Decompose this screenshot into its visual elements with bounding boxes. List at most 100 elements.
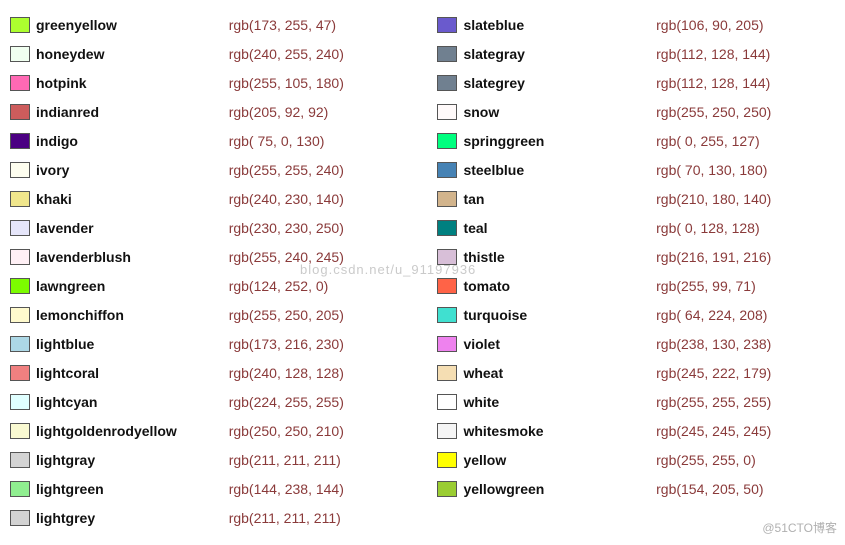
- color-swatch: [10, 162, 30, 178]
- color-name: tomato: [463, 278, 510, 294]
- color-rgb-row: rgb(255, 250, 250): [656, 97, 835, 126]
- color-name: white: [463, 394, 499, 410]
- color-name: lawngreen: [36, 278, 105, 294]
- color-rgb: rgb(224, 255, 255): [229, 394, 344, 410]
- color-swatch: [437, 220, 457, 236]
- color-rgb-row: rgb(230, 230, 250): [229, 213, 428, 242]
- color-rgb: rgb(112, 128, 144): [656, 46, 770, 62]
- color-name: springgreen: [463, 133, 544, 149]
- color-row: turquoise: [437, 300, 646, 329]
- color-row: honeydew: [10, 39, 219, 68]
- color-rgb-row: rgb( 0, 128, 128): [656, 213, 835, 242]
- color-swatch: [10, 452, 30, 468]
- color-swatch: [437, 133, 457, 149]
- color-rgb: rgb(240, 128, 128): [229, 365, 344, 381]
- color-row: tomato: [437, 271, 646, 300]
- color-row: snow: [437, 97, 646, 126]
- color-rgb: rgb(245, 222, 179): [656, 365, 771, 381]
- color-rgb: rgb(112, 128, 144): [656, 75, 770, 91]
- color-name: steelblue: [463, 162, 524, 178]
- color-swatch: [10, 249, 30, 265]
- color-row: yellow: [437, 445, 646, 474]
- color-rgb-row: rgb(240, 255, 240): [229, 39, 428, 68]
- color-rgb-row: rgb(240, 230, 140): [229, 184, 428, 213]
- color-rgb-row: rgb(240, 128, 128): [229, 358, 428, 387]
- color-name: khaki: [36, 191, 72, 207]
- color-rgb-row: rgb(216, 191, 216): [656, 242, 835, 271]
- color-name: slategray: [463, 46, 524, 62]
- color-rgb: rgb(144, 238, 144): [229, 481, 344, 497]
- color-rgb: rgb(205, 92, 92): [229, 104, 329, 120]
- color-swatch: [437, 104, 457, 120]
- color-swatch: [437, 249, 457, 265]
- color-row: tan: [437, 184, 646, 213]
- color-rgb: rgb(154, 205, 50): [656, 481, 763, 497]
- color-swatch: [437, 423, 457, 439]
- color-name: lightgoldenrodyellow: [36, 423, 177, 439]
- color-name: yellow: [463, 452, 506, 468]
- color-swatch: [437, 278, 457, 294]
- color-rgb-row: rgb(245, 222, 179): [656, 358, 835, 387]
- color-swatch: [437, 162, 457, 178]
- color-rgb-row: rgb(144, 238, 144): [229, 474, 428, 503]
- color-row: lightgrey: [10, 503, 219, 532]
- color-row: slateblue: [437, 10, 646, 39]
- color-name: lavenderblush: [36, 249, 131, 265]
- color-row: indianred: [10, 97, 219, 126]
- color-swatch: [10, 307, 30, 323]
- color-rgb: rgb(255, 99, 71): [656, 278, 756, 294]
- color-swatch: [437, 191, 457, 207]
- color-name: snow: [463, 104, 499, 120]
- color-swatch: [437, 481, 457, 497]
- color-row: lavenderblush: [10, 242, 219, 271]
- color-row: thistle: [437, 242, 646, 271]
- color-swatch: [437, 336, 457, 352]
- color-rgb-row: rgb(224, 255, 255): [229, 387, 428, 416]
- right-rgb-column: rgb(106, 90, 205) rgb(112, 128, 144) rgb(1…: [656, 10, 835, 532]
- color-row: white: [437, 387, 646, 416]
- color-swatch: [10, 75, 30, 91]
- color-rgb: rgb(255, 255, 255): [656, 394, 771, 410]
- color-rgb-row: rgb(173, 216, 230): [229, 329, 428, 358]
- color-rgb-row: rgb(205, 92, 92): [229, 97, 428, 126]
- color-rgb: rgb( 70, 130, 180): [656, 162, 767, 178]
- color-swatch: [437, 75, 457, 91]
- color-name: lemonchiffon: [36, 307, 124, 323]
- color-rgb-row: rgb(210, 180, 140): [656, 184, 835, 213]
- color-row: hotpink: [10, 68, 219, 97]
- color-rgb: rgb(173, 255, 47): [229, 17, 336, 33]
- color-rgb-row: rgb(250, 250, 210): [229, 416, 428, 445]
- color-row: slategray: [437, 39, 646, 68]
- color-rgb-row: rgb( 64, 224, 208): [656, 300, 835, 329]
- color-row: slategrey: [437, 68, 646, 97]
- color-rgb-row: rgb(211, 211, 211): [229, 445, 428, 474]
- color-swatch: [437, 452, 457, 468]
- color-rgb: rgb(245, 245, 245): [656, 423, 771, 439]
- color-rgb-row: rgb(124, 252, 0): [229, 271, 428, 300]
- color-rgb: rgb(173, 216, 230): [229, 336, 344, 352]
- color-row: violet: [437, 329, 646, 358]
- color-row: lightcyan: [10, 387, 219, 416]
- color-rgb: rgb(211, 211, 211): [229, 510, 341, 526]
- color-rgb: rgb(210, 180, 140): [656, 191, 771, 207]
- color-rgb-row: rgb(238, 130, 238): [656, 329, 835, 358]
- color-swatch: [10, 220, 30, 236]
- color-rgb: rgb(240, 255, 240): [229, 46, 344, 62]
- color-row: ivory: [10, 155, 219, 184]
- color-rgb-row: rgb( 70, 130, 180): [656, 155, 835, 184]
- color-swatch: [437, 307, 457, 323]
- color-rgb: rgb( 0, 255, 127): [656, 133, 760, 149]
- color-row: lightblue: [10, 329, 219, 358]
- color-row: lemonchiffon: [10, 300, 219, 329]
- color-rgb: rgb(240, 230, 140): [229, 191, 344, 207]
- color-name: ivory: [36, 162, 69, 178]
- color-rgb-row: rgb(106, 90, 205): [656, 10, 835, 39]
- color-rgb: rgb( 75, 0, 130): [229, 133, 325, 149]
- color-name: lightgrey: [36, 510, 95, 526]
- right-names-column: slateblue slategray slategrey snow springgre…: [437, 10, 646, 532]
- color-rgb-row: rgb(154, 205, 50): [656, 474, 835, 503]
- color-rgb: rgb(255, 105, 180): [229, 75, 344, 91]
- color-rgb: rgb(106, 90, 205): [656, 17, 763, 33]
- color-swatch: [10, 191, 30, 207]
- color-row: steelblue: [437, 155, 646, 184]
